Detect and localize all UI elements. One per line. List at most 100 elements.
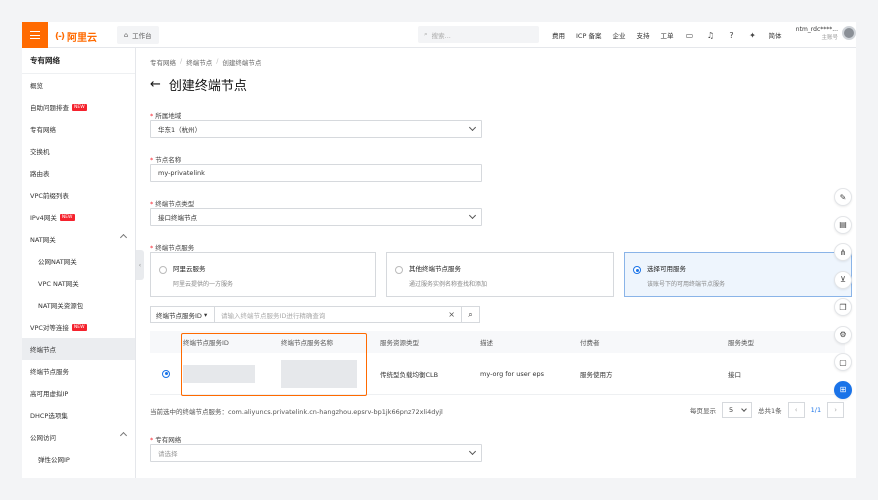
sidebar-item-vpc-nat[interactable]: VPC NAT网关 xyxy=(22,272,135,294)
sidebar-item-prefix-list[interactable]: VPC前缀列表 xyxy=(22,184,135,206)
vpc-label: * 专有网络 xyxy=(150,434,181,444)
sidebar-item-havip[interactable]: 高可用虚拟IP xyxy=(22,382,135,404)
chevron-up-icon xyxy=(119,431,128,440)
vpc-label-text: 专有网络 xyxy=(155,436,182,444)
sidebar-item-vpc[interactable]: 专有网络 xyxy=(22,118,135,140)
sidebar-item-ipv4-gateway[interactable]: IPv4网关 NEW xyxy=(22,206,135,228)
sidebar-item-overview[interactable]: 概览 xyxy=(22,74,135,96)
sidebar-item-public-nat[interactable]: 公网NAT网关 xyxy=(22,250,135,272)
radio-button[interactable] xyxy=(633,266,641,274)
workbench-label: 工作台 xyxy=(132,32,152,40)
sidebar-item-endpoint-service[interactable]: 终端节点服务 xyxy=(22,360,135,382)
service-card-desc: 通过服务实例名称查找和添加 xyxy=(409,281,488,288)
new-badge: NEW xyxy=(72,103,87,111)
sidebar-item-vpc-peering[interactable]: VPC对等连接 NEW xyxy=(22,316,135,338)
workbench-button[interactable]: ⌂ 工作台 xyxy=(117,26,159,44)
sidebar: 专有网络 概览 自助问题排查 NEW 专有网络 交换机 路由表 VPC前缀列表 I… xyxy=(22,48,136,478)
menu-icon[interactable] xyxy=(22,22,48,48)
sidebar-item-nat-package[interactable]: NAT网关资源包 xyxy=(22,294,135,316)
nav-ticket[interactable]: 工单 xyxy=(660,30,673,40)
copy-icon[interactable]: ❐ xyxy=(834,298,852,316)
service-card-title: 选择可用服务 xyxy=(647,265,686,273)
document-icon[interactable]: ▤ xyxy=(834,215,852,234)
sidebar-group-public-access[interactable]: 公网访问 xyxy=(22,426,135,448)
radio-button[interactable] xyxy=(395,266,403,274)
required-mark: * xyxy=(150,156,154,164)
sidebar-item-label: 自助问题排查 xyxy=(30,104,69,112)
filter-input[interactable]: 请输入终端节点服务ID进行精确查询 × xyxy=(214,306,462,323)
region-label-text: 所属地域 xyxy=(155,112,182,120)
row-select[interactable] xyxy=(150,369,177,378)
page-size-select[interactable]: 5 xyxy=(722,402,752,418)
breadcrumb-endpoint[interactable]: 终端节点 xyxy=(186,57,212,67)
nav-icp[interactable]: ICP 备案 xyxy=(576,30,601,40)
cell-description: my-org for user eps xyxy=(480,369,545,378)
search-input[interactable]: ⌕ 搜索... xyxy=(418,26,539,43)
avatar[interactable] xyxy=(842,26,856,40)
table-row[interactable]: 传统型负载均衡CLB my-org for user eps 服务使用方 接口 xyxy=(150,353,845,395)
name-input[interactable]: my-privatelink xyxy=(150,164,482,182)
aliyun-logo[interactable]: (-) 阿里云 xyxy=(55,29,97,45)
chat-icon[interactable]: ▢ xyxy=(834,353,852,371)
sidebar-item-label: 概览 xyxy=(30,82,43,90)
edit-icon[interactable]: ✎ xyxy=(834,188,852,206)
search-icon: ⌕ xyxy=(424,30,428,38)
sidebar-item-label: 弹性公网IP xyxy=(38,456,70,464)
sidebar-item-eip[interactable]: 弹性公网IP xyxy=(22,448,135,470)
type-select[interactable]: 接口终端节点 xyxy=(150,208,482,226)
table-header-cell: 终端节点服务ID xyxy=(183,339,229,347)
radio-button[interactable] xyxy=(159,266,167,274)
sidebar-item-label: NAT网关资源包 xyxy=(38,302,84,310)
terminal-icon[interactable]: ▭ xyxy=(684,31,694,40)
nav-enterprise[interactable]: 企业 xyxy=(612,30,625,40)
nav-support[interactable]: 支持 xyxy=(636,30,649,40)
sidebar-item-label: NAT网关 xyxy=(30,236,56,244)
sidebar-collapse-handle[interactable]: ‹ xyxy=(136,250,144,280)
sidebar-item-label: 高可用虚拟IP xyxy=(30,390,69,398)
service-card-desc: 阿里云提供的一方服务 xyxy=(173,281,234,288)
sidebar-item-label: 专有网络 xyxy=(30,126,56,134)
table-header-cell: 终端节点服务名称 xyxy=(281,339,333,347)
sidebar-group-nat[interactable]: NAT网关 xyxy=(22,228,135,250)
radio-button[interactable] xyxy=(162,369,170,378)
sidebar-item-vswitch[interactable]: 交换机 xyxy=(22,140,135,162)
table-header-cell: 付费者 xyxy=(580,339,600,347)
back-arrow-icon[interactable]: ← xyxy=(150,77,161,92)
help-icon[interactable]: ? xyxy=(726,31,736,40)
region-select[interactable]: 华东1（杭州） xyxy=(150,120,482,138)
service-label-text: 终端节点服务 xyxy=(155,244,195,252)
logo-text: 阿里云 xyxy=(66,33,97,44)
user-account[interactable]: ntm_rdc****... 主账号 xyxy=(792,25,838,43)
name-label: * 节点名称 xyxy=(150,154,181,164)
language-switch[interactable]: 简体 xyxy=(768,30,781,40)
cart-icon[interactable]: ⊻ xyxy=(834,270,852,289)
breadcrumb-vpc[interactable]: 专有网络 xyxy=(150,57,176,67)
search-button[interactable]: ⌕ xyxy=(462,306,480,323)
pagination: 每页显示 5 总共1条 ‹ 1/1 › xyxy=(690,401,845,419)
filter-field-select[interactable]: 终端节点服务ID ▾ xyxy=(150,306,214,323)
chevron-down-icon xyxy=(468,123,477,132)
sidebar-item-route-table[interactable]: 路由表 xyxy=(22,162,135,184)
vpc-select[interactable]: 请选择 xyxy=(150,444,482,462)
user-role: 主账号 xyxy=(821,35,838,41)
api-icon[interactable]: ⋔ xyxy=(834,243,852,261)
service-card-aliyun[interactable]: 阿里云服务 阿里云提供的一方服务 xyxy=(150,252,376,297)
service-card-other[interactable]: 其他终端节点服务 通过服务实例名称查找和添加 xyxy=(386,252,614,297)
sidebar-item-label: 公网NAT网关 xyxy=(38,258,77,266)
nav-fees[interactable]: 费用 xyxy=(552,30,565,40)
sidebar-item-endpoint[interactable]: 终端节点 xyxy=(22,338,135,360)
gear-icon[interactable]: ⚙ xyxy=(834,325,852,344)
prev-page-button[interactable]: ‹ xyxy=(787,402,805,418)
apps-grid-icon[interactable]: ⊞ xyxy=(834,380,852,399)
sidebar-item-dhcp[interactable]: DHCP选项集 xyxy=(22,404,135,426)
close-icon[interactable]: × xyxy=(448,310,455,319)
service-card-title: 其他终端节点服务 xyxy=(409,265,461,273)
service-card-available[interactable]: 选择可用服务 该账号下的可用终端节点服务 xyxy=(624,252,852,297)
sidebar-item-label: 终端节点 xyxy=(30,346,56,354)
bell-icon[interactable]: ♫ xyxy=(705,31,715,40)
assistant-icon[interactable]: ✦ xyxy=(747,31,757,40)
type-label: * 终端节点类型 xyxy=(150,198,194,208)
page-title: ← 创建终端节点 xyxy=(150,75,247,94)
logo-mark: (-) xyxy=(55,31,65,42)
sidebar-item-troubleshoot[interactable]: 自助问题排查 NEW xyxy=(22,96,135,118)
